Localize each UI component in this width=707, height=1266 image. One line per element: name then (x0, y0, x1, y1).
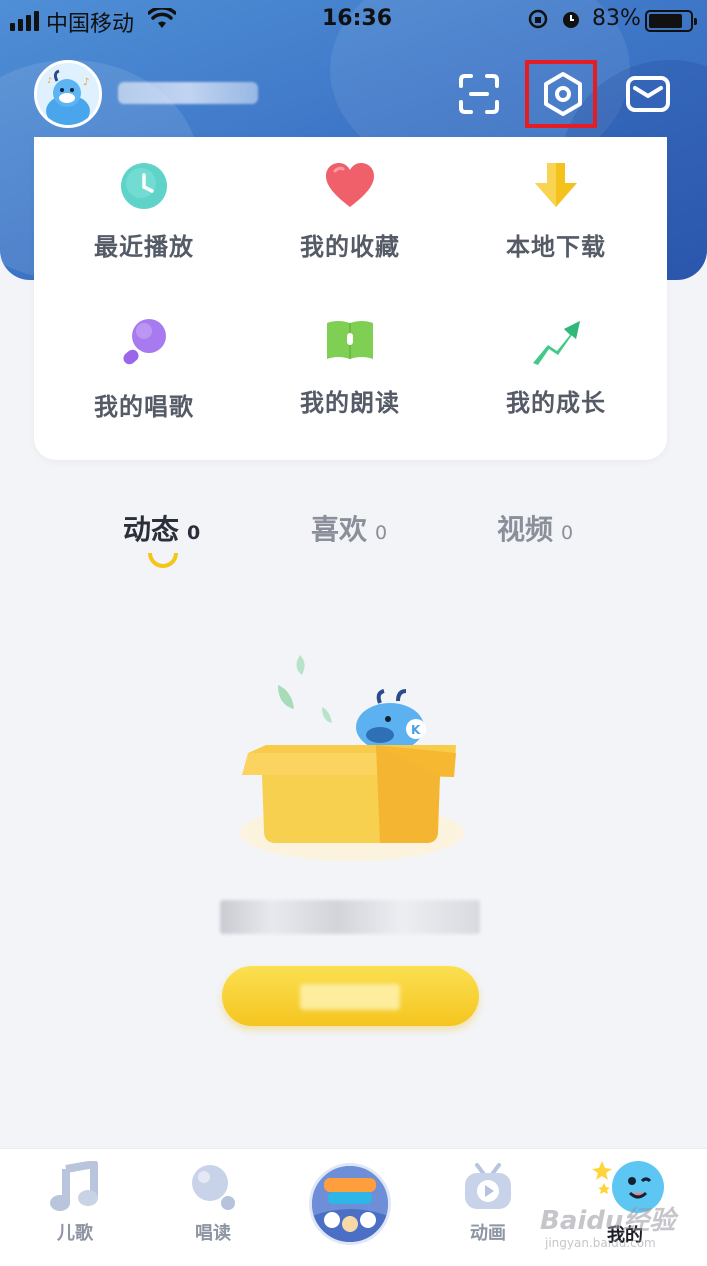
alarm-icon (560, 8, 582, 36)
battery-icon (645, 10, 697, 32)
quick-item-label: 本地下载 (506, 233, 606, 261)
clock-time: 16:36 (322, 6, 393, 31)
avatar[interactable]: ♪ ♪ (34, 60, 102, 128)
download-arrow-icon (535, 163, 577, 207)
empty-box-illustration: K (240, 645, 470, 865)
quick-item-label: 我的唱歌 (94, 393, 194, 421)
tab-label: 动态 (123, 513, 180, 546)
tab-count: 0 (375, 522, 388, 544)
status-bar: 中国移动 16:36 83% (0, 0, 707, 40)
scan-icon[interactable] (455, 70, 503, 118)
username-redacted (118, 82, 258, 104)
carrier-name: 中国移动 (46, 12, 135, 37)
center-badge-icon[interactable] (309, 1163, 391, 1245)
nav-label: 儿歌 (57, 1223, 93, 1244)
music-note-icon (50, 1161, 98, 1211)
tab-likes[interactable]: 喜欢 0 (311, 508, 387, 548)
tab-moments[interactable]: 动态 0 (123, 508, 200, 548)
button-label-redacted (300, 984, 400, 1010)
empty-state-text-redacted (220, 900, 480, 934)
quick-item-reading[interactable]: 我的朗读 (250, 317, 450, 418)
tab-count: 0 (187, 522, 201, 544)
quick-item-favorites[interactable]: 我的收藏 (250, 161, 450, 262)
nav-item-songs[interactable]: 儿歌 (20, 1161, 130, 1245)
microphone-icon (123, 319, 166, 365)
mail-icon[interactable] (624, 70, 672, 118)
microphone-icon (192, 1165, 235, 1210)
tab-label: 喜欢 (311, 513, 368, 546)
svg-text:♪: ♪ (47, 76, 52, 85)
svg-text:♪: ♪ (83, 77, 89, 88)
quick-item-label: 我的成长 (506, 389, 606, 417)
signal-icon (10, 11, 39, 31)
nav-label: 动画 (470, 1223, 506, 1244)
quick-item-singing[interactable]: 我的唱歌 (44, 317, 244, 422)
empty-state-action-button[interactable] (222, 966, 479, 1026)
quick-item-label: 我的朗读 (300, 389, 400, 417)
nav-item-sing-read[interactable]: 唱读 (158, 1161, 268, 1245)
growth-arrow-icon (533, 321, 580, 365)
quick-menu-panel: 最近播放 我的收藏 本地下载 我的唱歌 我的朗读 我的成长 (34, 137, 667, 460)
battery-percent: 83% (592, 6, 641, 31)
tab-videos[interactable]: 视频 0 (497, 508, 573, 548)
tab-label: 视频 (497, 513, 554, 546)
book-icon (327, 321, 373, 359)
svg-text:K: K (411, 723, 421, 737)
quick-item-label: 最近播放 (94, 233, 194, 261)
wifi-icon (147, 6, 177, 36)
heart-icon (326, 163, 374, 207)
nav-item-animation[interactable]: 动画 (433, 1161, 543, 1245)
clock-icon (121, 163, 167, 209)
active-tab-indicator (148, 553, 178, 568)
quick-item-label: 我的收藏 (300, 233, 400, 261)
quick-item-growth[interactable]: 我的成长 (456, 317, 656, 418)
rotation-lock-icon (527, 8, 549, 36)
tab-count: 0 (561, 522, 574, 544)
settings-highlight-box (525, 60, 597, 128)
quick-item-recent[interactable]: 最近播放 (44, 161, 244, 262)
tv-play-icon (465, 1163, 511, 1209)
nav-label: 唱读 (195, 1223, 231, 1244)
watermark-url: jingyan.baidu.com (545, 1236, 656, 1250)
watermark-logo: Baidu经验 (540, 1206, 676, 1236)
quick-item-downloads[interactable]: 本地下载 (456, 161, 656, 262)
